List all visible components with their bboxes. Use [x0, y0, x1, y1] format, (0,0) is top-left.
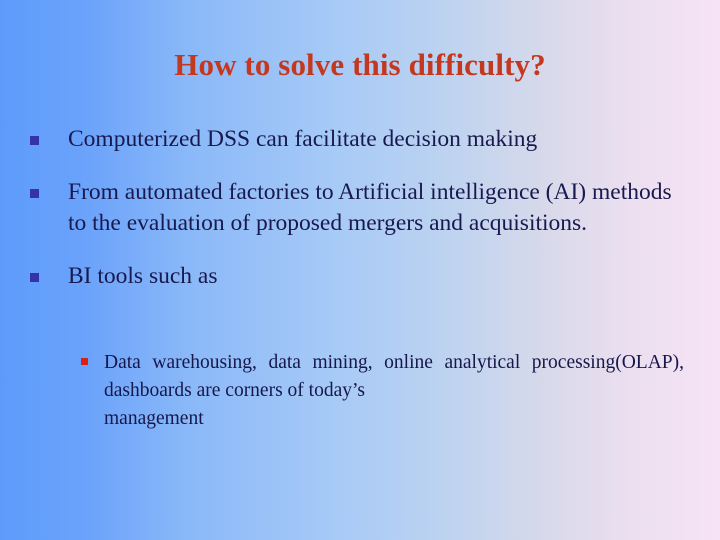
slide-canvas: How to solve this difficulty? Computeriz…	[0, 0, 720, 540]
list-item-label: From automated factories to Artificial i…	[68, 179, 672, 236]
list-item: BI tools such as	[28, 261, 692, 292]
sub-list-item-label-continued: management	[104, 408, 204, 429]
square-bullet-icon	[81, 358, 88, 365]
square-bullet-icon	[30, 136, 39, 145]
sub-list-item: Data warehousing, data mining, online an…	[80, 349, 684, 433]
bullet-list: Computerized DSS can facilitate decision…	[28, 124, 692, 292]
page-title: How to solve this difficulty?	[174, 47, 546, 82]
square-bullet-icon	[30, 189, 39, 198]
list-item: From automated factories to Artificial i…	[28, 177, 692, 239]
list-item: Computerized DSS can facilitate decision…	[28, 124, 692, 155]
square-bullet-icon	[30, 273, 39, 282]
list-item-label: BI tools such as	[68, 263, 218, 289]
sub-list-item-label: Data warehousing, data mining, online an…	[104, 352, 684, 401]
list-item-label: Computerized DSS can facilitate decision…	[68, 126, 538, 152]
sub-bullet-list: Data warehousing, data mining, online an…	[80, 349, 684, 433]
